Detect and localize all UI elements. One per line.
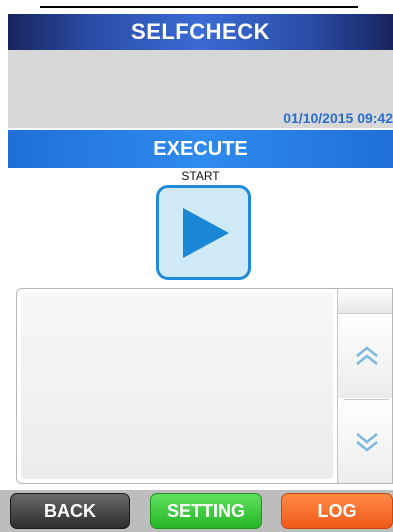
section-title: EXECUTE: [153, 137, 248, 160]
setting-button[interactable]: SETTING: [150, 493, 262, 529]
scroll-top-cap: [338, 289, 392, 314]
datetime-display: 01/10/2015 09:42: [283, 110, 393, 126]
top-edge-line: [40, 6, 358, 8]
play-icon: [182, 207, 229, 258]
back-button-label: BACK: [44, 500, 96, 521]
page-title-text: SELFCHECK: [131, 19, 270, 44]
footer-bar: BACK SETTING LOG: [0, 490, 393, 532]
log-output-area: [21, 293, 333, 479]
top-edge: [0, 0, 393, 14]
log-button-label: LOG: [317, 500, 357, 521]
page-title: SELFCHECK: [8, 14, 393, 50]
double-chevron-down-icon: [355, 433, 378, 452]
log-scroll-controls: [337, 289, 392, 483]
start-label: START: [181, 169, 220, 183]
double-chevron-up-icon: [355, 346, 378, 365]
log-panel: [16, 288, 393, 484]
setting-button-label: SETTING: [166, 500, 245, 521]
scroll-down-button[interactable]: [338, 400, 392, 483]
info-panel: 01/10/2015 09:42: [8, 50, 393, 128]
back-button[interactable]: BACK: [10, 493, 130, 529]
log-button[interactable]: LOG: [281, 493, 393, 529]
scroll-up-button[interactable]: [338, 314, 392, 398]
section-header: EXECUTE: [8, 130, 393, 168]
start-button[interactable]: [156, 185, 251, 280]
